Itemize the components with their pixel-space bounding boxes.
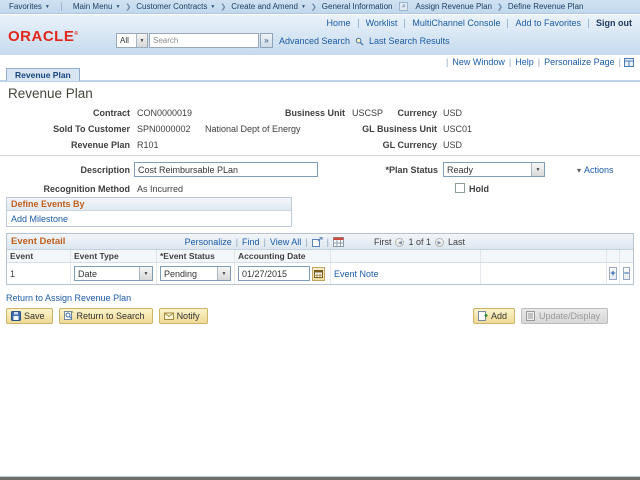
contract-label: Contract (92, 108, 130, 118)
save-button[interactable]: Save (6, 308, 53, 324)
divider: | (263, 237, 266, 247)
column-header-blank (481, 250, 607, 262)
delete-row-button[interactable]: − (622, 267, 631, 280)
add-icon (478, 311, 488, 321)
event-detail-titlebar: Event Detail Personalize | Find | View All… (7, 234, 633, 250)
description-input[interactable] (134, 162, 318, 177)
find-link[interactable]: Find (242, 237, 260, 247)
add-button[interactable]: Add (473, 308, 516, 324)
sold-to-customer-label: Sold To Customer (53, 124, 130, 134)
personalize-link[interactable]: Personalize (185, 237, 232, 247)
plan-status-label: *Plan Status (385, 165, 438, 175)
return-to-search-button[interactable]: Return to Search (58, 308, 153, 324)
event-note-link[interactable]: Event Note (334, 269, 379, 279)
recognition-method-value: As Incurred (137, 184, 184, 194)
event-detail-grid: Event Detail Personalize | Find | View All… (6, 233, 634, 285)
column-header-blank (620, 250, 633, 262)
gl-currency-label: GL Currency (382, 140, 437, 150)
sold-to-customer-name: National Dept of Energy (205, 124, 301, 134)
currency-value: USD (443, 108, 463, 118)
first-label: First (373, 237, 392, 247)
chevron-down-icon: ▼ (531, 163, 544, 176)
empty-cell (481, 263, 607, 284)
divider: | (235, 237, 239, 247)
notify-button[interactable]: Notify (158, 308, 208, 324)
last-label: Last (447, 237, 465, 247)
zoom-grid-icon[interactable] (311, 237, 323, 247)
recognition-method-label: Recognition Method (43, 184, 131, 194)
event-number-cell: 1 (7, 263, 71, 284)
notify-icon (163, 312, 174, 320)
gl-business-unit-label: GL Business Unit (362, 124, 437, 134)
define-events-by-header: Define Events By (7, 198, 291, 211)
hold-label: Hold (469, 184, 489, 194)
actions-menu[interactable]: Actions (577, 165, 614, 175)
plan-status-select[interactable]: Ready ▼ (443, 162, 545, 177)
contract-value: CON0000019 (137, 108, 193, 118)
business-unit-label: Business Unit (284, 108, 345, 118)
column-header-blank (607, 250, 620, 262)
column-header-event-type: Event Type (71, 250, 157, 262)
revenue-plan-value: R101 (137, 140, 159, 150)
peoplesoft-window: Favorites ▼ Main Menu ▼ ❯ Customer Contrac… (0, 0, 640, 480)
toolbar-left: Save Return to Search Notify (6, 308, 208, 324)
previous-row-icon[interactable]: ◀ (395, 237, 405, 247)
toolbar-right: Add Update/Display (473, 308, 609, 324)
currency-label: Currency (397, 108, 437, 118)
event-type-select[interactable]: Date ▼ (74, 266, 153, 281)
add-row-button[interactable]: + (609, 267, 617, 280)
event-detail-title: Event Detail (11, 236, 66, 247)
chevron-down-icon: ▼ (217, 267, 230, 280)
calendar-icon[interactable] (312, 266, 325, 281)
return-to-search-icon (63, 311, 74, 320)
event-status-select[interactable]: Pending ▼ (160, 266, 231, 281)
table-row: 1 Date ▼ Pending ▼ 01/27/2015 Event Note… (7, 263, 633, 284)
save-icon (11, 311, 21, 321)
page-indicator: 1 of 1 (408, 237, 431, 247)
grid-header-row: Event Event Type *Event Status Accountin… (7, 250, 633, 263)
column-header-accounting-date: Accounting Date (235, 250, 331, 262)
accounting-date-input[interactable] (238, 266, 310, 281)
divider: | (305, 237, 308, 247)
download-grid-icon[interactable] (332, 237, 344, 247)
add-milestone-link[interactable]: Add Milestone (11, 214, 68, 224)
divider (0, 155, 640, 156)
view-all-link[interactable]: View All (270, 237, 301, 247)
return-to-assign-revenue-plan-link[interactable]: Return to Assign Revenue Plan (6, 293, 131, 303)
next-row-icon[interactable]: ▶ (434, 237, 444, 247)
form-area: Contract CON0000019 Business Unit USCSP … (0, 0, 640, 480)
column-header-event: Event (7, 250, 71, 262)
chevron-down-icon: ▼ (139, 267, 152, 280)
column-header-event-status: *Event Status (157, 250, 235, 262)
revenue-plan-label: Revenue Plan (70, 140, 130, 150)
hold-checkbox[interactable] (455, 183, 465, 193)
sold-to-customer-value: SPN0000002 (137, 124, 191, 134)
define-events-by-box: Define Events By Add Milestone (6, 197, 292, 227)
divider: | (326, 237, 329, 247)
grid-action-bar: Personalize | Find | View All | | First ◀ 1… (185, 234, 465, 250)
gl-business-unit-value: USC01 (443, 124, 473, 134)
update-display-icon (526, 311, 536, 321)
description-label: Description (80, 165, 130, 175)
column-header-blank (331, 250, 481, 262)
update-display-button: Update/Display (521, 308, 609, 324)
gl-currency-value: USD (443, 140, 463, 150)
